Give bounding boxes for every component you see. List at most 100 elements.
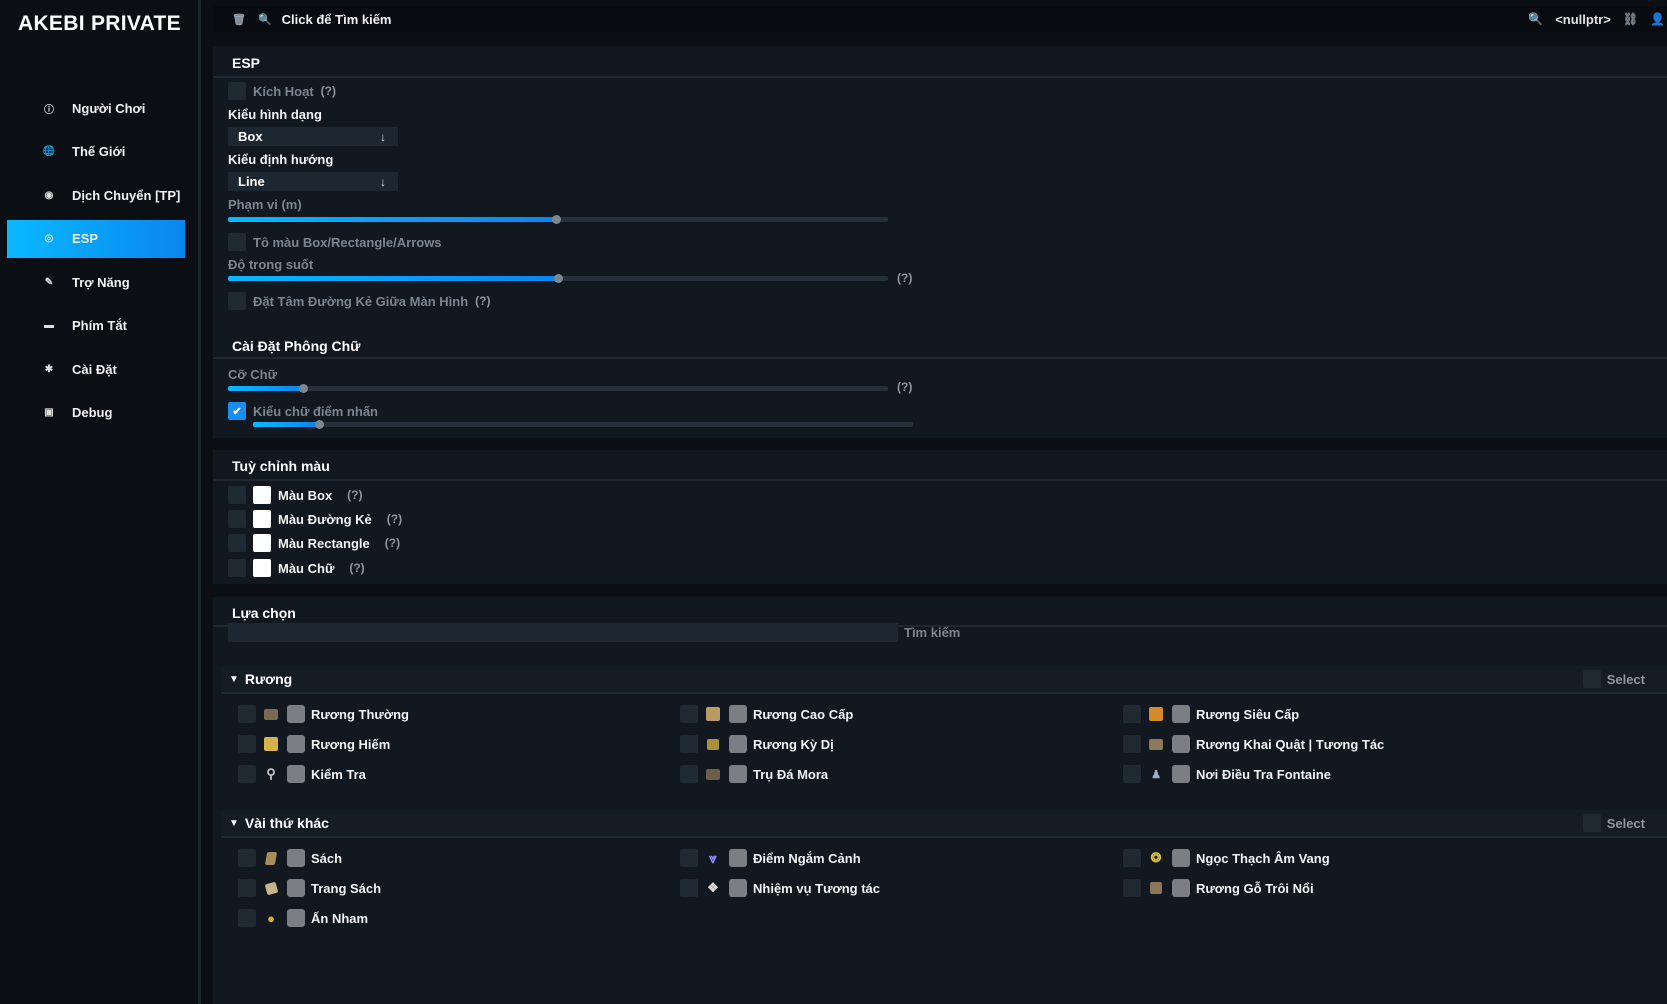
help-icon[interactable]: (?) <box>321 84 336 98</box>
color-box-checkbox[interactable] <box>228 486 246 504</box>
sidebar-item-nguoi-choi[interactable]: ⓘ Người Chơi <box>7 89 185 127</box>
item-checkbox[interactable] <box>1123 879 1141 897</box>
sidebar-item-label: Thế Giới <box>72 144 126 159</box>
item-color-box[interactable] <box>287 849 305 867</box>
color-rectangle-swatch[interactable] <box>253 534 271 552</box>
fill-label: Tô màu Box/Rectangle/Arrows <box>253 234 442 250</box>
item-color-box[interactable] <box>1172 765 1190 783</box>
sidebar-item-debug[interactable]: ▣ Debug <box>7 394 185 432</box>
item-label: Ngọc Thạch Âm Vang <box>1196 850 1330 866</box>
item-checkbox[interactable] <box>1123 849 1141 867</box>
sidebar-item-dich-chuyen[interactable]: ◉ Dịch Chuyển [TP] <box>7 176 185 214</box>
help-icon[interactable]: (?) <box>897 271 912 285</box>
user-icon[interactable]: 👤 <box>1650 12 1665 26</box>
item-checkbox[interactable] <box>238 849 256 867</box>
center-checkbox[interactable] <box>228 292 246 310</box>
select-label: Select <box>1606 815 1645 831</box>
fill-checkbox[interactable] <box>228 233 246 251</box>
font-title: Cài Đặt Phông Chữ <box>232 338 361 354</box>
font-size-slider-knob[interactable] <box>298 384 308 393</box>
direction-select[interactable]: Line ↓ <box>228 172 398 191</box>
range-slider[interactable] <box>228 215 888 224</box>
color-text-swatch[interactable] <box>253 559 271 577</box>
select-all-checkbox[interactable] <box>1582 814 1601 832</box>
item-color-box[interactable] <box>729 879 747 897</box>
sidebar-item-the-gioi[interactable]: 🌐 Thế Giới <box>7 133 185 171</box>
list-item: ⚲ Kiểm Tra <box>238 765 366 783</box>
item-checkbox[interactable] <box>680 879 698 897</box>
luxurious-chest-icon <box>263 736 279 752</box>
item-color-box[interactable] <box>287 909 305 927</box>
item-checkbox[interactable] <box>1123 705 1141 723</box>
item-color-box[interactable] <box>287 765 305 783</box>
item-color-box[interactable] <box>1172 735 1190 753</box>
range-slider-knob[interactable] <box>552 215 562 224</box>
outline-slider[interactable] <box>253 420 913 429</box>
select-all-checkbox[interactable] <box>1582 670 1601 688</box>
item-checkbox[interactable] <box>680 765 698 783</box>
search-icon[interactable]: 🔍 <box>258 13 272 26</box>
item-checkbox[interactable] <box>238 735 256 753</box>
group-header-others[interactable]: ▼ Vài thứ khác Select <box>221 810 1667 836</box>
colors-panel: Tuỳ chỉnh màu Màu Box (?) Màu Đường Kẻ (… <box>213 450 1667 584</box>
brush-icon: ✎ <box>44 276 54 288</box>
item-checkbox[interactable] <box>238 765 256 783</box>
opacity-slider[interactable] <box>228 274 888 283</box>
item-checkbox[interactable] <box>238 879 256 897</box>
link-icon[interactable]: ⛓ <box>1623 12 1638 26</box>
enable-checkbox[interactable] <box>228 82 246 100</box>
sidebar-item-tro-nang[interactable]: ✎ Trợ Năng <box>7 263 185 301</box>
help-icon[interactable]: (?) <box>387 512 402 526</box>
select-all[interactable]: Select <box>1582 814 1645 832</box>
color-rectangle-checkbox[interactable] <box>228 534 246 552</box>
item-color-box[interactable] <box>287 879 305 897</box>
help-icon[interactable]: (?) <box>385 536 400 550</box>
sidebar-divider[interactable] <box>198 0 201 1004</box>
item-color-box[interactable] <box>729 849 747 867</box>
trash-icon[interactable]: 🗑 <box>232 13 246 26</box>
font-size-slider[interactable] <box>228 384 888 393</box>
item-checkbox[interactable] <box>680 849 698 867</box>
color-text-checkbox[interactable] <box>228 559 246 577</box>
color-line-swatch[interactable] <box>253 510 271 528</box>
app-logo: AKEBI PRIVATE <box>18 12 181 35</box>
item-checkbox[interactable] <box>238 909 256 927</box>
help-icon[interactable]: (?) <box>349 561 364 575</box>
item-checkbox[interactable] <box>680 705 698 723</box>
shape-select[interactable]: Box ↓ <box>228 127 398 146</box>
item-color-box[interactable] <box>1172 879 1190 897</box>
filter-search-input[interactable] <box>228 623 898 642</box>
sidebar-item-label: Cài Đặt <box>72 361 117 377</box>
item-color-box[interactable] <box>729 735 747 753</box>
item-color-box[interactable] <box>1172 705 1190 723</box>
item-color-box[interactable] <box>729 765 747 783</box>
item-checkbox[interactable] <box>680 735 698 753</box>
item-checkbox[interactable] <box>1123 765 1141 783</box>
select-all[interactable]: Select <box>1582 670 1645 688</box>
search-hint[interactable]: Click để Tìm kiếm <box>282 12 392 27</box>
sidebar-item-cai-dat[interactable]: ✱ Cài Đặt <box>7 350 185 388</box>
item-color-box[interactable] <box>287 735 305 753</box>
item-checkbox[interactable] <box>238 705 256 723</box>
outline-slider-knob[interactable] <box>315 420 324 429</box>
esp-title: ESP <box>232 55 261 71</box>
color-line-checkbox[interactable] <box>228 510 246 528</box>
sidebar-item-label: Người Chơi <box>72 100 146 116</box>
item-label: Rương Cao Cấp <box>753 706 854 722</box>
group-header-chests[interactable]: ▼ Rương Select <box>221 666 1667 692</box>
check-icon: ✔ <box>232 405 242 418</box>
sidebar-item-esp[interactable]: ◎ ESP <box>7 219 185 258</box>
search-icon[interactable]: 🔍 <box>1528 12 1543 26</box>
color-box-swatch[interactable] <box>253 486 271 504</box>
opacity-slider-knob[interactable] <box>554 274 563 283</box>
color-line-label: Màu Đường Kẻ <box>278 511 372 527</box>
help-icon[interactable]: (?) <box>347 488 362 502</box>
item-checkbox[interactable] <box>1123 735 1141 753</box>
help-icon[interactable]: (?) <box>475 294 490 308</box>
sidebar-item-phim-tat[interactable]: ▬ Phím Tắt <box>7 307 185 345</box>
outline-checkbox[interactable]: ✔ <box>228 402 246 420</box>
help-icon[interactable]: (?) <box>897 380 912 394</box>
item-color-box[interactable] <box>287 705 305 723</box>
item-color-box[interactable] <box>1172 849 1190 867</box>
item-color-box[interactable] <box>729 705 747 723</box>
